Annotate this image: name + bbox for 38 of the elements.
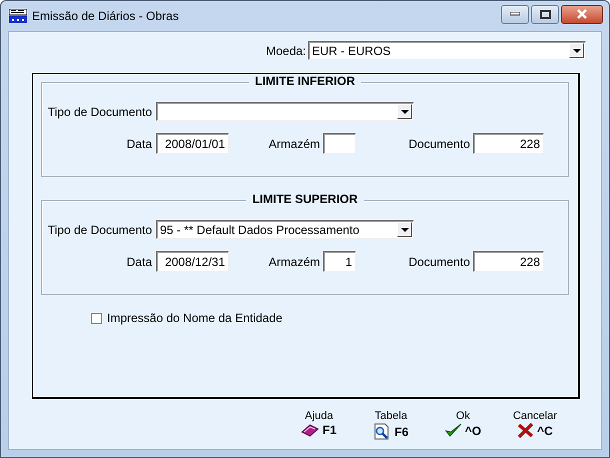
toolbar-button[interactable]: Tabela F6 (355, 410, 427, 440)
window-title: Emissão de Diários - Obras (32, 9, 180, 23)
app-icon (9, 9, 27, 23)
toolbar-button[interactable]: Cancelar ^C (499, 410, 571, 440)
x-mark-icon (517, 423, 534, 438)
document-field[interactable]: 228 (473, 133, 544, 154)
group-title: LIMITE INFERIOR (249, 74, 361, 88)
field-label: Armazém (268, 254, 320, 268)
field-label: Armazém (268, 136, 320, 150)
close-button[interactable] (561, 4, 603, 24)
date-field[interactable]: 2008/12/31 (156, 251, 229, 272)
field-label: Documento (408, 254, 470, 268)
maximize-icon (540, 10, 550, 18)
toolbar-button[interactable]: Ok ^O (427, 410, 499, 440)
field-label: Tipo de Documento (46, 222, 152, 236)
field-label: Data (126, 254, 152, 268)
group-title: LIMITE SUPERIOR (246, 192, 364, 206)
warehouse-field[interactable] (323, 133, 356, 154)
document-field[interactable]: 228 (473, 251, 544, 272)
minimize-icon (510, 12, 520, 16)
document-type-dropdown[interactable]: 95 - ** Default Dados Processamento (156, 220, 414, 239)
date-field[interactable]: 2008/01/01 (156, 133, 229, 154)
currency-dropdown[interactable]: EUR - EUROS (308, 41, 586, 60)
toolbar-button[interactable]: Ajuda F1 (283, 410, 355, 440)
checkbox-label[interactable]: Impressão do Nome da Entidade (107, 311, 282, 325)
maximize-button[interactable] (531, 4, 559, 24)
minimize-button[interactable] (501, 4, 529, 24)
document-type-dropdown[interactable] (156, 102, 414, 121)
checkmark-icon (444, 423, 462, 438)
checkbox[interactable] (91, 312, 102, 324)
magnifier-icon (373, 423, 392, 440)
currency-label: Moeda: (266, 44, 306, 58)
book-icon (301, 423, 320, 437)
close-icon (576, 9, 588, 19)
field-label: Tipo de Documento (46, 104, 152, 118)
field-label: Data (126, 136, 152, 150)
warehouse-field[interactable]: 1 (323, 251, 356, 272)
field-label: Documento (408, 136, 470, 150)
